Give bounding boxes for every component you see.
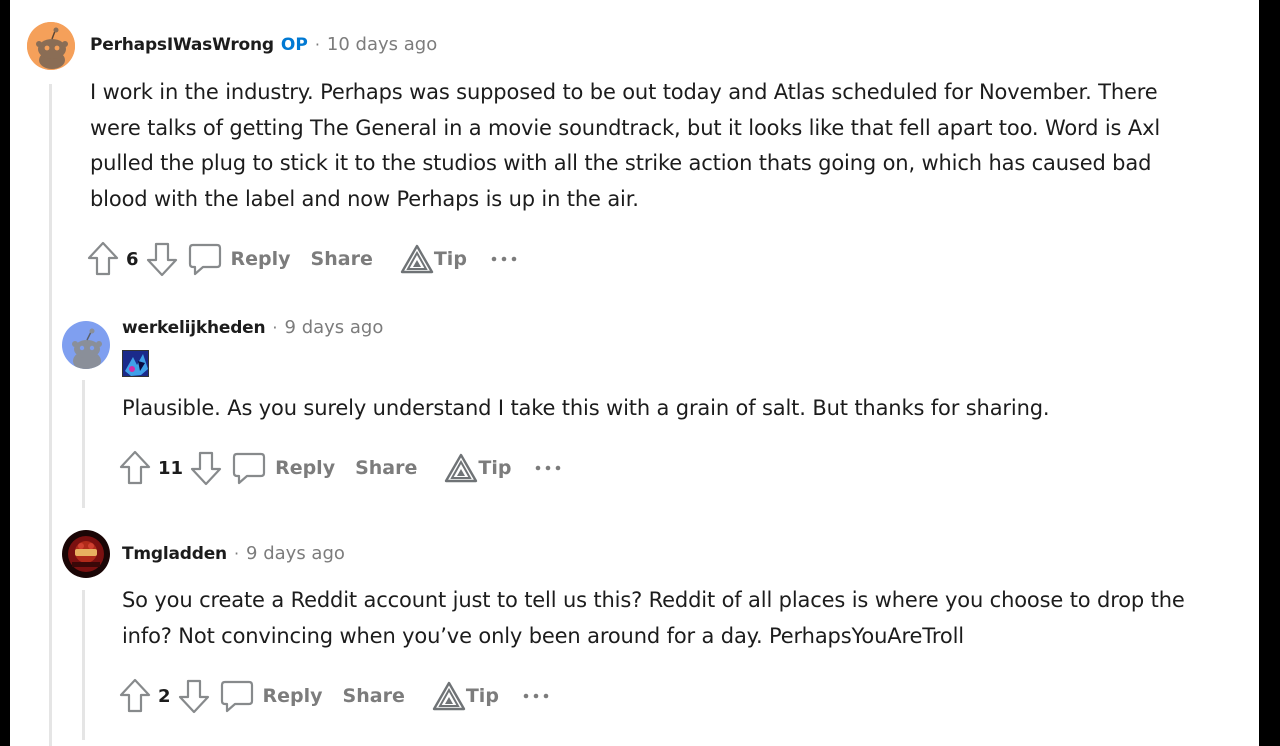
comment-icon[interactable] [231, 450, 267, 486]
comment-actions: 6 Reply Share Tip [86, 239, 519, 279]
username[interactable]: werkelijkheden [122, 318, 266, 338]
upvote-icon[interactable] [118, 450, 152, 486]
tip-icon[interactable] [400, 244, 434, 274]
timestamp[interactable]: 9 days ago [246, 543, 345, 564]
downvote-icon[interactable] [189, 450, 223, 486]
comment-icon[interactable] [187, 241, 223, 277]
comment-actions: 2 Reply Share Tip [118, 676, 551, 716]
comment-body: Plausible. As you surely understand I ta… [122, 396, 1050, 420]
upvote-icon[interactable] [118, 678, 152, 714]
comment-header: werkelijkheden · 9 days ago [122, 317, 383, 338]
upvote-icon[interactable] [86, 241, 120, 277]
tip-icon[interactable] [432, 681, 466, 711]
more-icon[interactable] [489, 254, 519, 264]
tip-button[interactable]: Tip [434, 248, 467, 270]
username[interactable]: Tmgladden [122, 544, 227, 564]
separator: · [314, 35, 320, 54]
thread-line-reply-1[interactable] [82, 380, 85, 508]
thread-line-reply-2[interactable] [82, 590, 85, 740]
comment-icon[interactable] [219, 678, 255, 714]
comment-header: PerhapsIWasWrong OP · 10 days ago [90, 34, 437, 55]
more-icon[interactable] [533, 463, 563, 473]
op-badge: OP [280, 34, 308, 55]
separator: · [233, 544, 240, 563]
tip-button[interactable]: Tip [478, 457, 511, 479]
more-icon[interactable] [521, 691, 551, 701]
comment-actions: 11 Reply Share Tip [118, 448, 563, 488]
downvote-icon[interactable] [145, 241, 179, 277]
reply-button[interactable]: Reply [263, 685, 323, 707]
avatar[interactable] [27, 22, 75, 70]
reply-button[interactable]: Reply [275, 457, 335, 479]
share-button[interactable]: Share [343, 685, 405, 707]
tip-button[interactable]: Tip [466, 685, 499, 707]
share-button[interactable]: Share [311, 248, 373, 270]
comment-body: I work in the industry. Perhaps was supp… [90, 80, 1161, 211]
avatar[interactable] [62, 321, 110, 369]
share-button[interactable]: Share [355, 457, 417, 479]
timestamp[interactable]: 9 days ago [285, 317, 384, 338]
thread-line-main[interactable] [49, 84, 52, 746]
separator: · [272, 318, 278, 337]
score: 11 [158, 457, 184, 479]
downvote-icon[interactable] [177, 678, 211, 714]
tip-icon[interactable] [444, 453, 478, 483]
score: 6 [126, 248, 139, 270]
reply-button[interactable]: Reply [231, 248, 291, 270]
avatar[interactable] [62, 530, 110, 578]
score: 2 [158, 685, 171, 707]
user-flair-image [122, 350, 149, 377]
comment-body: So you create a Reddit account just to t… [122, 588, 1185, 648]
comment-thread: PerhapsIWasWrong OP · 10 days ago I work… [10, 0, 1259, 746]
username[interactable]: PerhapsIWasWrong [90, 35, 274, 55]
comment-header: Tmgladden · 9 days ago [122, 543, 345, 564]
timestamp[interactable]: 10 days ago [327, 34, 437, 55]
